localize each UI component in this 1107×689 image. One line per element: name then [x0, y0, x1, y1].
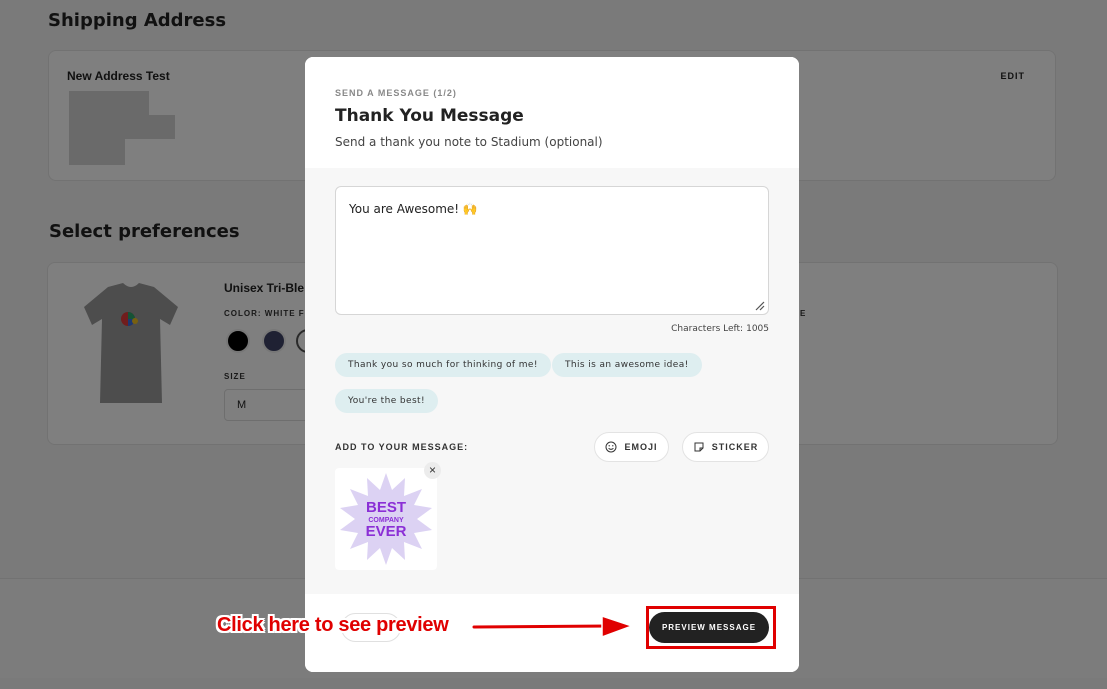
sticker-button[interactable]: STICKER — [682, 432, 769, 462]
step-indicator: SEND A MESSAGE (1/2) — [335, 88, 457, 98]
selected-sticker: BEST COMPANY EVER — [335, 468, 437, 570]
sticker-text-ever: EVER — [366, 523, 407, 540]
sticker-icon — [694, 442, 704, 452]
add-to-message-label: ADD TO YOUR MESSAGE: — [335, 442, 469, 452]
modal-title: Thank You Message — [335, 106, 524, 126]
suggestion-chip[interactable]: You're the best! — [335, 389, 438, 413]
best-company-sticker-image: BEST COMPANY EVER — [340, 473, 432, 565]
suggestion-chip[interactable]: Thank you so much for thinking of me! — [335, 353, 551, 377]
remove-sticker-close-icon[interactable]: × — [424, 462, 441, 479]
emoji-button-label: EMOJI — [624, 442, 658, 452]
characters-left: Characters Left: 1005 — [671, 324, 769, 334]
message-text: You are Awesome! 🙌 — [349, 202, 478, 216]
resize-handle-icon[interactable] — [755, 301, 765, 311]
annotation-callout: Click here to see preview — [217, 614, 449, 636]
annotation-arrow-icon — [471, 614, 635, 639]
characters-left-label: Characters Left: — [671, 324, 744, 334]
thank-you-modal: SEND A MESSAGE (1/2) Thank You Message S… — [305, 57, 799, 672]
modal-body: You are Awesome! 🙌 Characters Left: 1005 … — [305, 168, 799, 594]
characters-left-count: 1005 — [746, 324, 769, 334]
sticker-button-label: STICKER — [711, 442, 759, 452]
modal-header: SEND A MESSAGE (1/2) Thank You Message S… — [305, 57, 799, 168]
emoji-button[interactable]: EMOJI — [594, 432, 669, 462]
preview-highlight-box — [646, 606, 776, 649]
message-textarea[interactable]: You are Awesome! 🙌 — [335, 186, 769, 315]
sticker-text-best: BEST — [366, 499, 406, 516]
modal-subtitle: Send a thank you note to Stadium (option… — [335, 135, 603, 149]
suggestion-chip[interactable]: This is an awesome idea! — [552, 353, 702, 377]
smiley-icon — [605, 441, 617, 453]
